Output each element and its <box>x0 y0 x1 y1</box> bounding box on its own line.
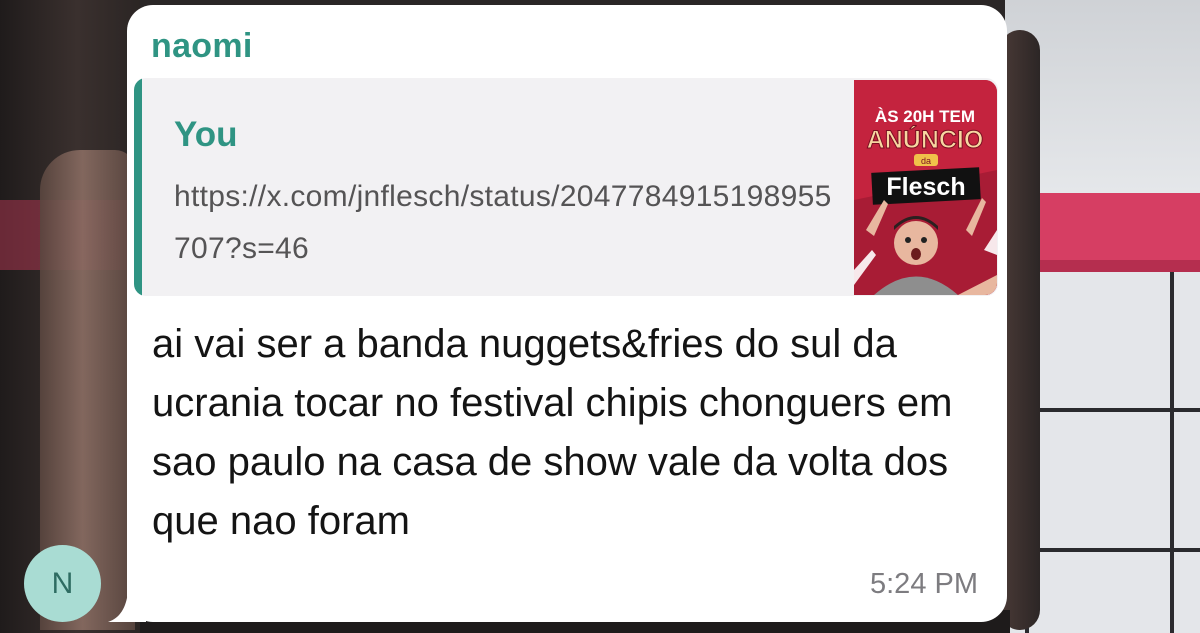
reply-quote-bar <box>134 78 142 296</box>
message-bubble[interactable]: naomi You https://x.com/jnflesch/status/… <box>127 5 1007 622</box>
message-timestamp: 5:24 PM <box>870 568 978 600</box>
sender-avatar[interactable]: N <box>24 545 101 622</box>
reply-link-text: https://x.com/jnflesch/status/2047784915… <box>174 180 832 265</box>
reply-author: You <box>174 115 238 154</box>
thumb-line3: da <box>921 156 931 166</box>
link-preview-thumbnail[interactable]: ÀS 20H TEM ANÚNCIO da Flesch <box>854 80 997 295</box>
reply-quote[interactable]: You https://x.com/jnflesch/status/204778… <box>134 78 998 296</box>
message-text: ai vai ser a banda nuggets&fries do sul … <box>152 322 953 543</box>
thumb-line1: ÀS 20H TEM <box>875 107 975 126</box>
avatar-initial: N <box>51 566 74 600</box>
thumb-line4: Flesch <box>886 173 965 201</box>
thumbnail-image: ÀS 20H TEM ANÚNCIO da Flesch <box>854 80 997 295</box>
thumb-line2: ANÚNCIO <box>867 124 984 154</box>
sender-name[interactable]: naomi <box>151 27 253 66</box>
